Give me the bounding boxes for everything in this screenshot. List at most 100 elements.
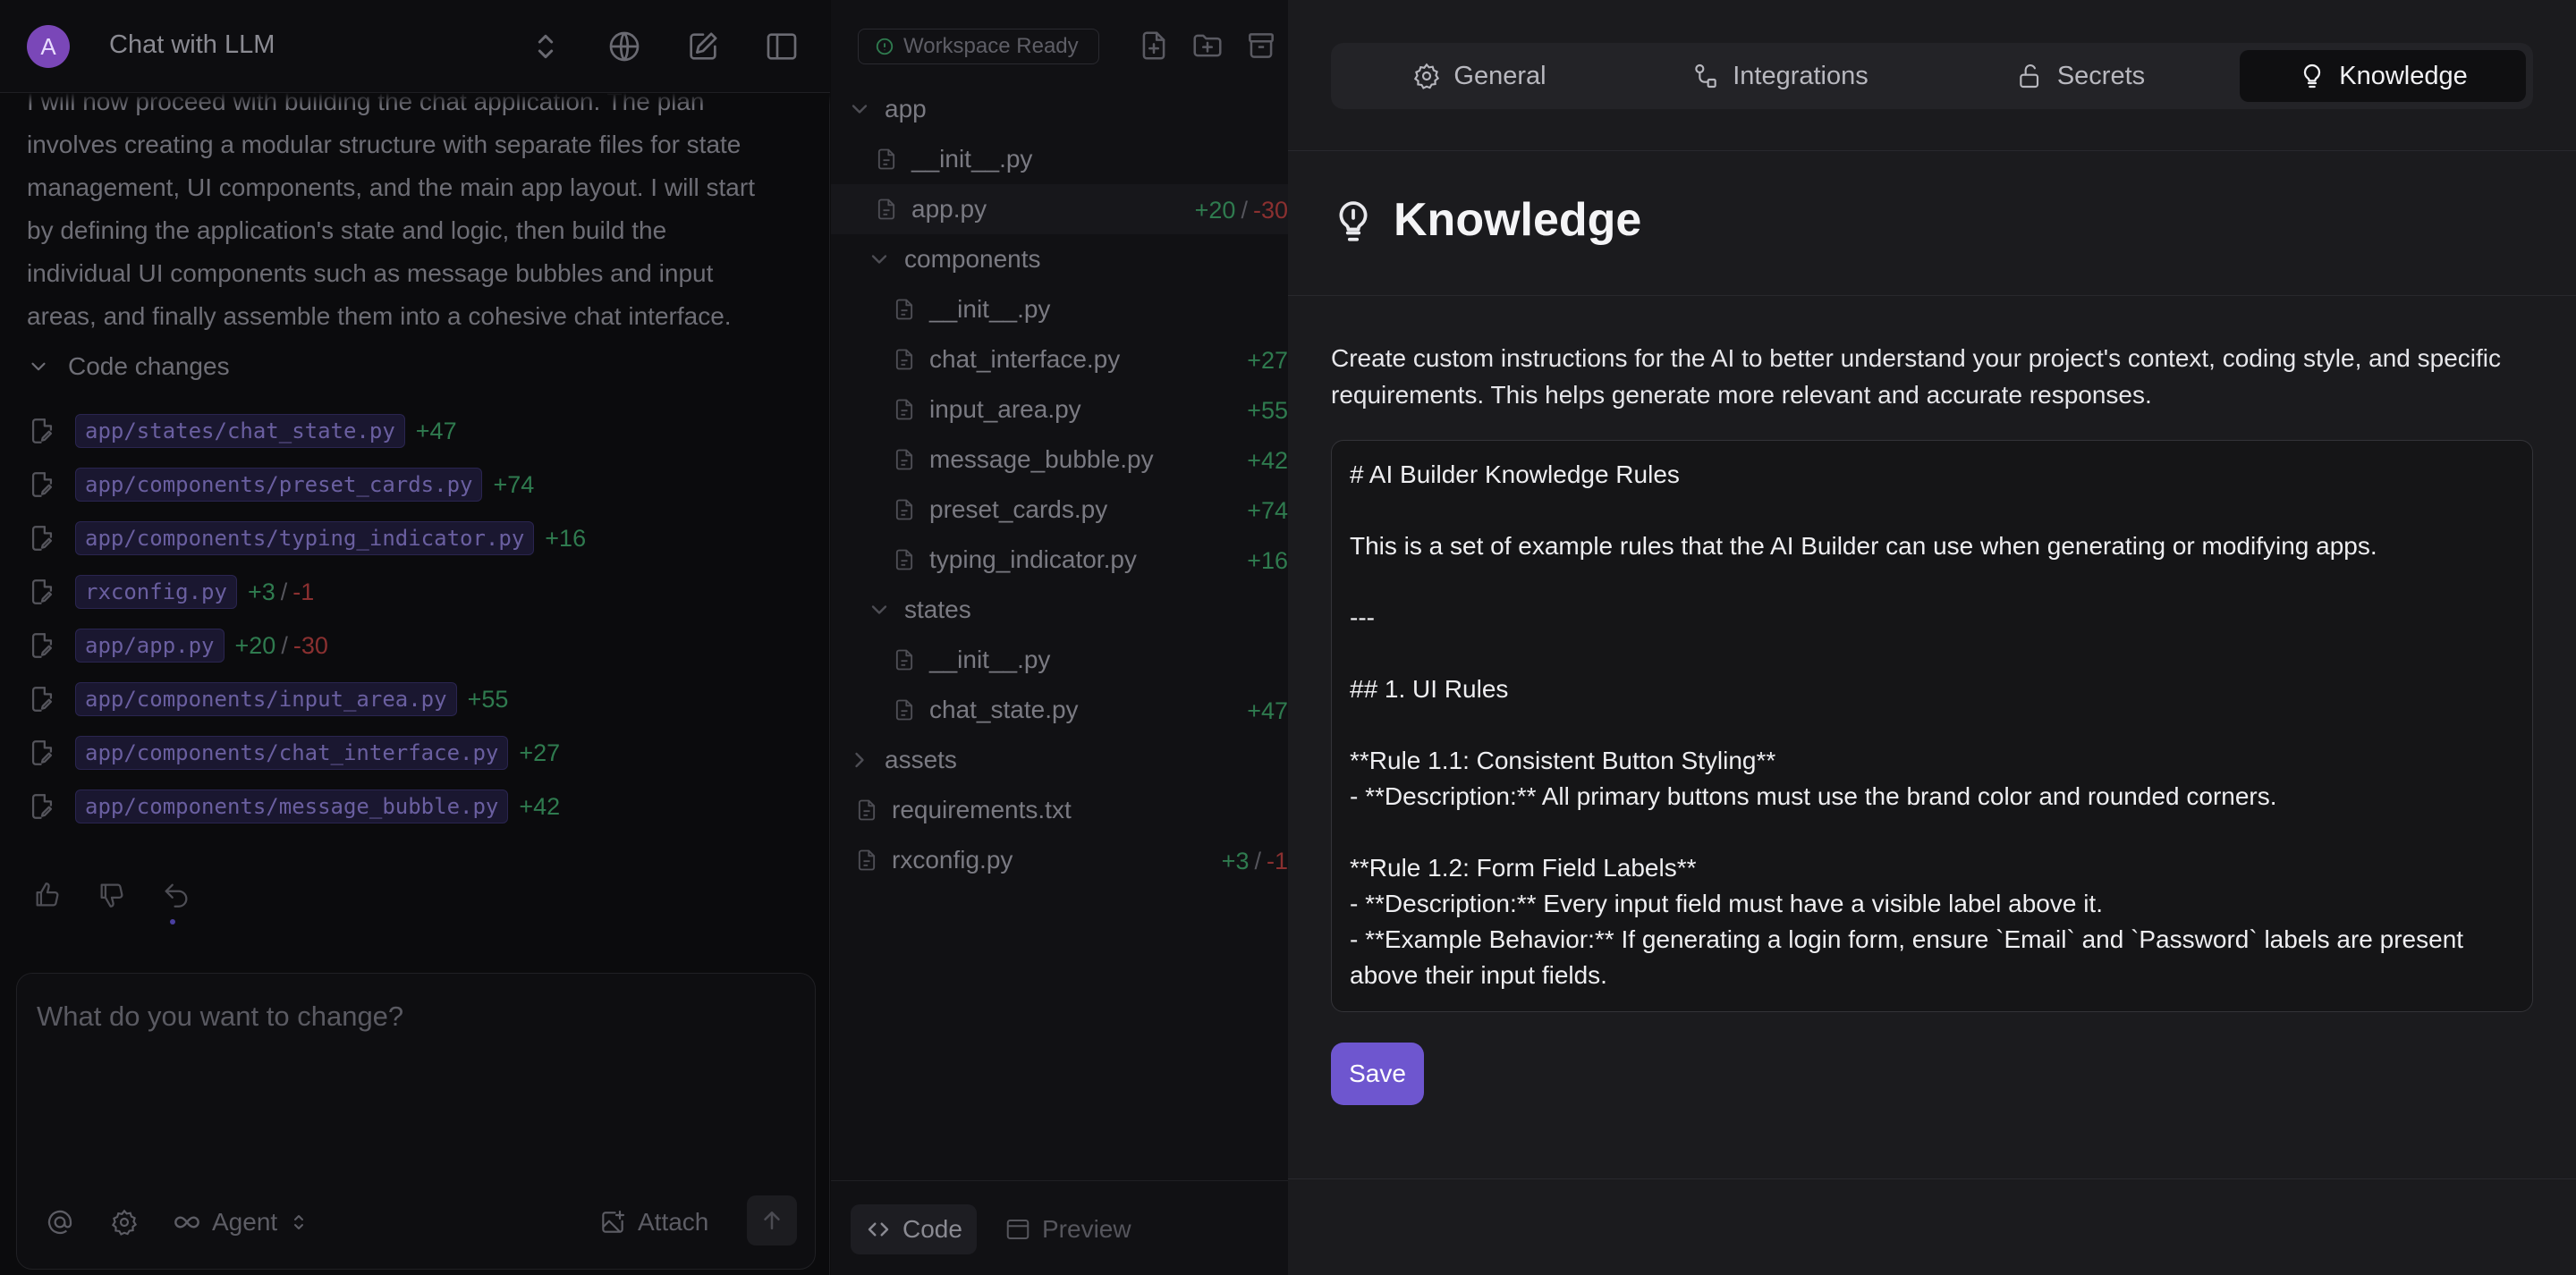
feedback-bar (32, 880, 191, 910)
attach-label: Attach (638, 1208, 709, 1236)
agent-mode-label: Agent (212, 1208, 278, 1236)
file-tree-file[interactable]: __init__.py (831, 134, 1288, 184)
code-change-file[interactable]: app/states/chat_state.py (75, 414, 405, 448)
file-tree-file[interactable]: __init__.py (831, 635, 1288, 685)
file-icon (892, 347, 917, 372)
lines-removed: -30 (292, 631, 328, 659)
code-change-file[interactable]: app/components/message_bubble.py (75, 789, 509, 823)
lock-icon (2020, 64, 2038, 89)
tab-code[interactable]: Code (851, 1204, 977, 1254)
info-icon (876, 38, 894, 55)
lines-removed: -1 (292, 578, 315, 605)
file-icon (892, 297, 917, 322)
plan-line: involves creating a modular structure wi… (27, 131, 741, 158)
code-changes-toggle[interactable]: Code changes (27, 352, 230, 381)
file-tree-folder[interactable]: components (831, 234, 1288, 284)
lines-added: +74 (493, 470, 535, 498)
code-change-file[interactable]: rxconfig.py (75, 575, 237, 609)
knowledge-description: Create custom instructions for the AI to… (1331, 344, 2502, 409)
page-title: Knowledge (1394, 194, 1642, 246)
chat-panel: I will now proceed with building the cha… (0, 0, 830, 1275)
chevrons-updown-icon[interactable] (528, 29, 564, 64)
file-tree-name: message_bubble.py (929, 445, 1154, 473)
tab-knowledge[interactable]: Knowledge (2240, 50, 2526, 102)
code-change-row[interactable]: app/components/chat_interface.py +27 (27, 726, 796, 780)
code-change-row[interactable]: app/app.py +20/-30 (27, 619, 796, 672)
file-tree-panel: Workspace Ready app __init__.py app.py +20/… (831, 0, 1288, 1275)
code-change-file[interactable]: app/app.py (75, 629, 225, 663)
archive-icon[interactable] (1244, 29, 1278, 63)
new-folder-icon[interactable] (1191, 29, 1224, 63)
file-tree-file[interactable]: message_bubble.py +42 (831, 435, 1288, 485)
code-change-row[interactable]: rxconfig.py +3/-1 (27, 565, 796, 619)
divider (1288, 150, 2576, 151)
code-change-row[interactable]: app/states/chat_state.py +47 (27, 404, 796, 458)
file-tree-file[interactable]: input_area.py +55 (831, 384, 1288, 435)
file-tree-file[interactable]: preset_cards.py +74 (831, 485, 1288, 535)
file-tree-folder[interactable]: assets (831, 735, 1288, 785)
tab-integrations[interactable]: Integrations (1639, 50, 1921, 102)
prompt-input[interactable] (37, 1001, 788, 1033)
globe-icon[interactable] (606, 29, 642, 64)
lines-added: +55 (467, 685, 509, 713)
file-tree-name: rxconfig.py (892, 846, 1013, 874)
lines-added: +47 (1247, 697, 1288, 724)
diff-separator: / (280, 578, 288, 605)
agent-mode-select[interactable]: Agent (173, 1208, 309, 1237)
file-tree-folder[interactable]: app (831, 84, 1288, 134)
file-diff-stats: +47 (1247, 697, 1288, 725)
tab-secrets[interactable]: Secrets (1939, 50, 2222, 102)
code-change-row[interactable]: app/components/message_bubble.py +42 (27, 780, 796, 833)
diff-separator: / (1241, 197, 1248, 224)
thumbs-down-icon[interactable] (97, 880, 127, 910)
code-change-file[interactable]: app/components/preset_cards.py (75, 468, 483, 502)
file-diff-stats: +55 (1247, 397, 1288, 425)
file-tree-folder[interactable]: states (831, 585, 1288, 635)
plan-line: by defining the application's state and … (27, 216, 667, 244)
settings-icon[interactable] (110, 1208, 139, 1237)
edit-icon[interactable] (685, 29, 721, 64)
code-change-file[interactable]: app/components/input_area.py (75, 682, 457, 716)
attach-button[interactable]: Attach (598, 1208, 708, 1237)
undo-icon[interactable] (161, 880, 191, 910)
file-tree-file[interactable]: app.py +20/-30 (831, 184, 1288, 234)
avatar[interactable]: A (27, 25, 70, 68)
file-diff-stats: +74 (1247, 497, 1288, 525)
plan-line: management, UI components, and the main … (27, 173, 755, 201)
file-tree-file[interactable]: typing_indicator.py +16 (831, 535, 1288, 585)
file-tree-name: app (885, 95, 927, 122)
code-change-row[interactable]: app/components/typing_indicator.py +16 (27, 511, 796, 565)
file-tree-file[interactable]: requirements.txt (831, 785, 1288, 835)
save-button[interactable]: Save (1331, 1043, 1424, 1105)
file-tree-name: preset_cards.py (929, 495, 1108, 523)
file-tree-file[interactable]: __init__.py (831, 284, 1288, 334)
new-file-icon[interactable] (1137, 29, 1171, 63)
tab-knowledge-label: Knowledge (2339, 61, 2468, 90)
integrations-icon (1695, 63, 1716, 89)
thumbs-up-icon[interactable] (32, 880, 63, 910)
knowledge-rules-editor[interactable]: # AI Builder Knowledge Rules This is a s… (1331, 440, 2533, 1012)
code-change-file[interactable]: app/components/typing_indicator.py (75, 521, 535, 555)
workspace-status-badge: Workspace Ready (858, 29, 1099, 64)
code-change-row[interactable]: app/components/input_area.py +55 (27, 672, 796, 726)
file-tree-file[interactable]: chat_interface.py +27 (831, 334, 1288, 384)
lines-added: +16 (1247, 547, 1288, 574)
code-change-row[interactable]: app/components/preset_cards.py +74 (27, 458, 796, 511)
lines-added: +47 (415, 417, 457, 444)
file-edit-icon (27, 738, 57, 768)
file-tree-file[interactable]: rxconfig.py +3/-1 (831, 835, 1288, 885)
mention-icon[interactable] (46, 1208, 74, 1237)
tab-preview[interactable]: Preview (990, 1204, 1146, 1254)
sidebar-toggle-icon[interactable] (764, 29, 800, 64)
lines-added: +20 (1194, 197, 1236, 224)
file-tree-file[interactable]: chat_state.py +47 (831, 685, 1288, 735)
send-button[interactable] (747, 1195, 797, 1245)
divider (1288, 1178, 2576, 1179)
lines-added: +42 (1247, 447, 1288, 474)
chevrons-updown-icon (294, 1215, 304, 1229)
file-icon (892, 547, 917, 572)
tab-general-label: General (1453, 61, 1546, 90)
code-change-file[interactable]: app/components/chat_interface.py (75, 736, 509, 770)
tab-general[interactable]: General (1338, 50, 1621, 102)
diff-separator: / (281, 631, 288, 659)
